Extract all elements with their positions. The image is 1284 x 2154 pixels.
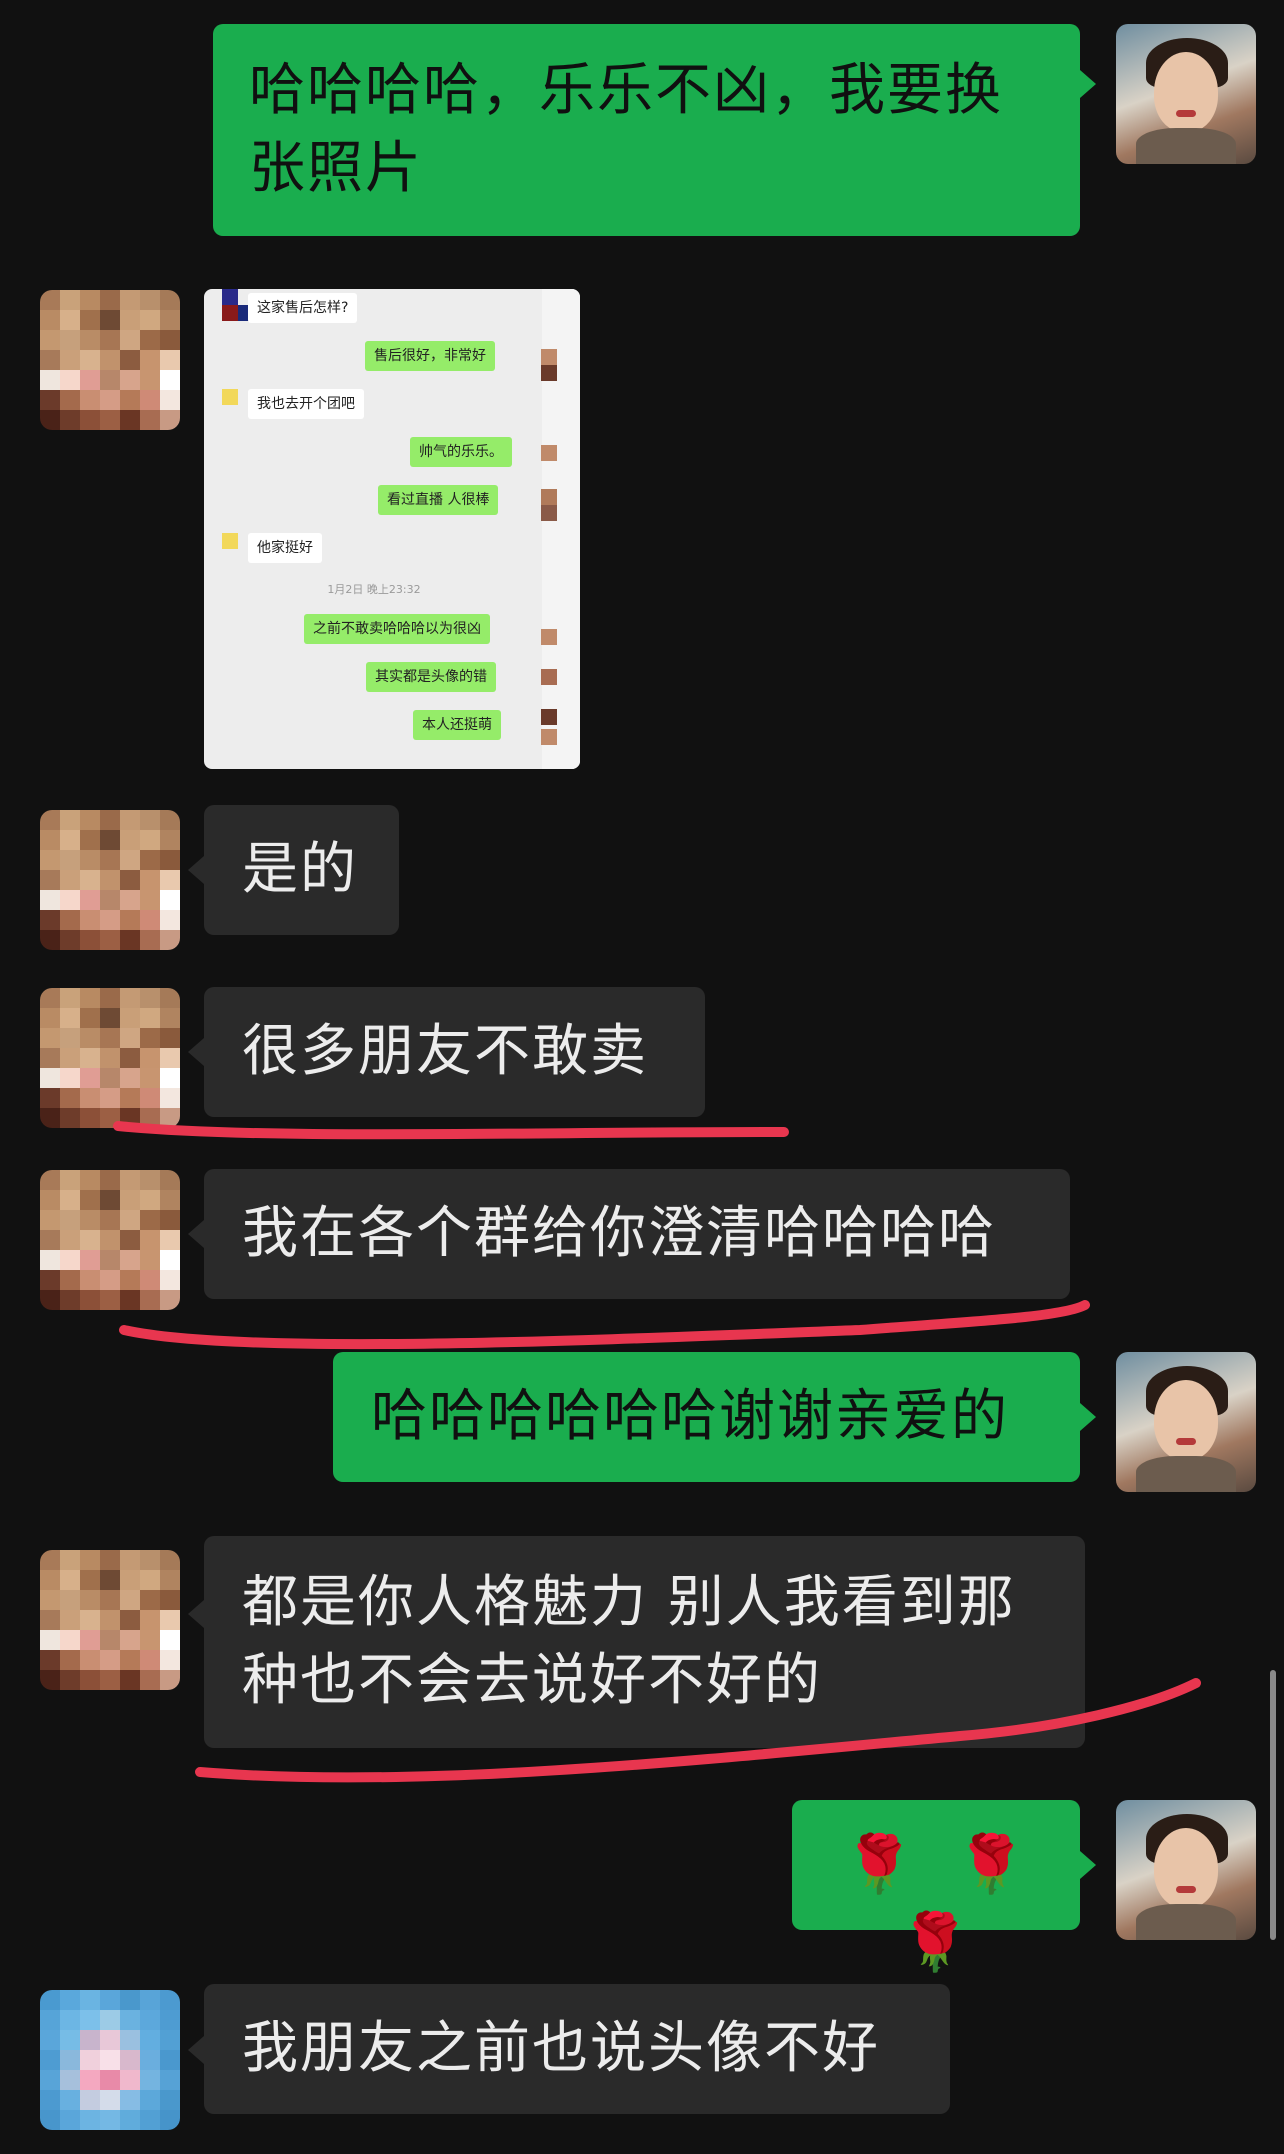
bubble-tail: [1080, 70, 1096, 98]
message-text: 我在各个群给你澄清哈哈哈哈: [242, 1201, 996, 1266]
blurred-avatar-icon: [541, 349, 557, 365]
my-avatar[interactable]: [1116, 1800, 1256, 1940]
my-message-bubble[interactable]: 🌹 🌹 🌹: [792, 1800, 1080, 1975]
rose-icon: 🌹: [844, 1832, 916, 1897]
their-message-bubble[interactable]: 是的: [204, 805, 399, 935]
friend-avatar[interactable]: [40, 810, 180, 950]
blurred-avatar-icon: [222, 389, 238, 405]
bubble-tail: [188, 856, 204, 884]
bubble-tail: [188, 1220, 204, 1248]
blurred-avatar-icon: [541, 489, 557, 505]
screenshot-message: 看过直播 人很棒: [378, 485, 499, 515]
screenshot-message: 之前不敢卖哈哈哈以为很凶: [304, 614, 490, 644]
screenshot-message: 本人还挺萌: [413, 710, 501, 740]
blurred-avatar-icon: [222, 533, 238, 549]
screenshot-message: 售后很好，非常好: [365, 341, 495, 371]
screenshot-message: 帅气的乐乐。: [410, 437, 512, 467]
blurred-avatar-icon: [541, 729, 557, 745]
bubble-tail: [1080, 1403, 1096, 1431]
their-message-bubble[interactable]: 我在各个群给你澄清哈哈哈哈: [204, 1169, 1070, 1299]
their-message-bubble[interactable]: 很多朋友不敢卖: [204, 987, 705, 1117]
screenshot-timestamp: 1月2日 晚上23:32: [327, 583, 421, 596]
message-text-line: 都是你人格魅力 别人我看到那: [242, 1570, 1016, 1635]
blurred-avatar-icon: [541, 709, 557, 725]
message-text: 很多朋友不敢卖: [242, 1019, 648, 1084]
message-text: 我朋友之前也说头像不好: [242, 2016, 880, 2081]
message-text-line: 哈哈哈哈，乐乐不凶，我要换: [249, 58, 1003, 123]
screenshot-message: 其实都是头像的错: [366, 662, 496, 692]
blurred-avatar-icon: [541, 669, 557, 685]
bubble-tail: [188, 1600, 204, 1628]
bubble-tail: [1080, 1851, 1096, 1879]
bubble-tail: [188, 1038, 204, 1066]
rose-icon: 🌹: [956, 1832, 1028, 1897]
their-message-bubble[interactable]: 我朋友之前也说头像不好: [204, 1984, 950, 2114]
blurred-avatar-icon: [222, 289, 238, 305]
rose-icon: 🌹: [900, 1910, 972, 1975]
message-text-line: 张照片: [249, 136, 423, 201]
screenshot-message: 这家售后怎样?: [248, 293, 358, 323]
their-message-bubble[interactable]: 都是你人格魅力 别人我看到那 种也不会去说好不好的: [204, 1536, 1085, 1748]
message-text: 是的: [242, 837, 358, 902]
friend-avatar[interactable]: [40, 1170, 180, 1310]
message-text-line: 种也不会去说好不好的: [242, 1648, 822, 1713]
screenshot-message: 他家挺好: [248, 533, 322, 563]
my-avatar[interactable]: [1116, 24, 1256, 164]
blurred-avatar-icon: [541, 629, 557, 645]
friend-avatar[interactable]: [40, 988, 180, 1128]
my-message-bubble[interactable]: 哈哈哈哈哈哈谢谢亲爱的: [333, 1352, 1080, 1482]
blurred-avatar-icon: [541, 445, 557, 461]
chat-screen: { "messages": { "m1": "哈哈哈哈，乐乐不凶，我要换张照片"…: [0, 0, 1284, 2154]
screenshot-message: 我也去开个团吧: [248, 389, 364, 419]
bubble-tail: [188, 2036, 204, 2064]
blurred-avatar-icon: [541, 505, 557, 521]
friend-avatar[interactable]: [40, 1550, 180, 1690]
friend-avatar[interactable]: [40, 1990, 180, 2130]
my-message-bubble[interactable]: 哈哈哈哈，乐乐不凶，我要换 张照片: [213, 24, 1080, 236]
underline-stroke: [119, 1300, 1090, 1350]
friend-avatar[interactable]: [40, 290, 180, 430]
chat-screenshot-image[interactable]: 这家售后怎样? 售后很好，非常好 我也去开个团吧 帅气的乐乐。 看过直播 人很棒…: [204, 289, 580, 769]
blurred-avatar-icon: [222, 305, 238, 321]
underline-stroke: [113, 1121, 789, 1140]
message-text: 哈哈哈哈哈哈谢谢亲爱的: [371, 1384, 1009, 1449]
scrollbar[interactable]: [1270, 1670, 1276, 1940]
blurred-avatar-icon: [541, 365, 557, 381]
my-avatar[interactable]: [1116, 1352, 1256, 1492]
